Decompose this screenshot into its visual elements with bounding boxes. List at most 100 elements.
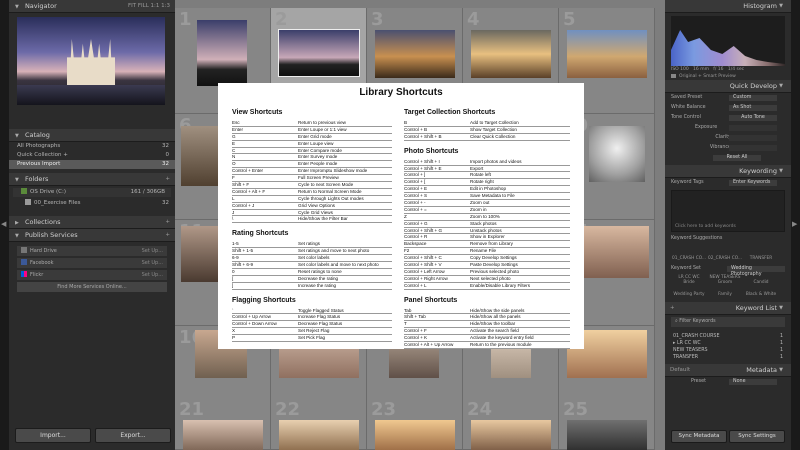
zoom-fill[interactable]: FILL — [138, 3, 149, 9]
setup-link[interactable]: Set Up... — [142, 246, 163, 256]
service-facebook[interactable]: Facebook Set Up... — [17, 258, 167, 268]
photo-thumbnail[interactable] — [375, 30, 455, 78]
shortcut-row: Control + Right Arrow Next selected photo — [404, 276, 570, 283]
shortcut-description: Cycle through Lights Out modes — [298, 195, 364, 201]
metadata-view-select[interactable]: Default — [670, 364, 690, 377]
grid-cell[interactable]: 21 — [175, 398, 271, 450]
grid-cell[interactable]: 23 — [367, 398, 463, 450]
folder-row[interactable]: 00_Exercise Files 32 — [9, 199, 175, 208]
sync-settings-button[interactable]: Sync Settings — [729, 430, 785, 443]
add-icon[interactable]: + — [165, 216, 170, 229]
photo-thumbnail[interactable] — [589, 126, 645, 182]
service-flickr[interactable]: Flickr Set Up... — [17, 270, 167, 280]
catalog-item-selected[interactable]: Previous Import 32 — [9, 160, 175, 169]
export-button[interactable]: Export... — [95, 428, 171, 443]
catalog-item[interactable]: Quick Collection + 0 — [9, 151, 175, 160]
zoom-1-3[interactable]: 1:3 — [161, 3, 170, 9]
clarity-row[interactable]: Clarity — [665, 133, 791, 143]
shortcut-row: N Enter Survey mode — [232, 154, 392, 162]
photo-thumbnail[interactable] — [197, 20, 247, 86]
vibrance-stepper[interactable] — [729, 145, 777, 151]
publish-services-header[interactable]: ▼ Publish Services + — [9, 229, 175, 242]
catalog-header[interactable]: ▼ Catalog — [9, 129, 175, 142]
keyword-entry-box[interactable]: Click here to add keywords — [671, 190, 785, 232]
folders-header[interactable]: ▼ Folders + — [9, 173, 175, 186]
add-icon[interactable]: + — [165, 173, 170, 186]
catalog-item[interactable]: All Photographs 32 — [9, 142, 175, 151]
shortcut-row: Control + [Rotate right — [404, 179, 570, 187]
photo-thumbnail[interactable] — [375, 420, 455, 450]
import-button[interactable]: Import... — [15, 428, 91, 443]
photo-thumbnail[interactable] — [471, 30, 551, 78]
collapse-right-icon[interactable]: ▶ — [792, 220, 797, 228]
keyword-suggestion[interactable]: 02_CRASH CO... — [707, 256, 743, 261]
grid-cell[interactable]: 24 — [463, 398, 559, 450]
white-balance-select[interactable]: As Shot — [729, 105, 777, 111]
keyword-set-item[interactable]: Wedding Party — [671, 291, 707, 298]
sync-metadata-button[interactable]: Sync Metadata — [671, 430, 727, 443]
photo-thumbnail[interactable] — [181, 226, 223, 282]
keyword-list-header[interactable]: + Keyword List ▼ — [665, 302, 791, 315]
photo-thumbnail[interactable] — [471, 420, 551, 450]
service-hard-drive[interactable]: Hard Drive Set Up... — [17, 246, 167, 256]
photo-thumbnail[interactable] — [279, 420, 359, 450]
collections-header[interactable]: ▶ Collections + — [9, 216, 175, 229]
photo-thumbnail[interactable] — [181, 126, 221, 186]
keyword-list-item[interactable]: ▸ LR CC WC 1 — [665, 340, 791, 347]
zoom-1-1[interactable]: 1:1 — [151, 3, 160, 9]
quick-develop-header[interactable]: Quick Develop ▼ — [665, 80, 791, 93]
exposure-row[interactable]: Exposure — [665, 123, 791, 133]
keyword-set-item[interactable]: Candid — [743, 279, 779, 286]
histogram-info: ISO 100 16 mm f/ 16 1/4 sec — [665, 66, 791, 73]
exposure-stepper[interactable] — [729, 125, 777, 131]
folders-title: Folders — [24, 175, 49, 183]
keyword-list-item[interactable]: TRANSFER 1 — [665, 354, 791, 361]
keyword-list-item[interactable]: 01_CRASH COURSE 1 — [665, 333, 791, 340]
metadata-header[interactable]: Default Metadata ▼ — [665, 364, 791, 377]
keyword-list-item[interactable]: NEW TEASERS 1 — [665, 347, 791, 354]
add-icon[interactable]: + — [165, 229, 170, 242]
keyword-set-item[interactable]: Groom — [707, 279, 743, 286]
keyword-tags-select[interactable]: Enter Keywords — [729, 180, 777, 186]
grid-cell[interactable]: 22 — [271, 398, 367, 450]
keyword-set-row[interactable]: Keyword Set Wedding Photography — [665, 264, 791, 277]
volume-row[interactable]: OS Drive (C:) 161 / 306GB — [13, 188, 171, 197]
setup-link[interactable]: Set Up... — [142, 270, 163, 280]
filter-keywords-input[interactable]: ⌕ Filter Keywords — [671, 317, 785, 327]
keyword-set-item[interactable]: Bride — [671, 279, 707, 286]
keyword-suggestion[interactable]: 01_CRASH CO... — [671, 256, 707, 261]
auto-tone-button[interactable]: Auto Tone — [729, 115, 777, 121]
vibrance-row[interactable]: Vibrance — [665, 143, 791, 153]
saved-preset-select[interactable]: Custom — [729, 95, 777, 101]
photo-thumbnail[interactable] — [567, 420, 647, 450]
setup-link[interactable]: Set Up... — [142, 258, 163, 268]
right-panel-edge[interactable]: ▶ — [791, 0, 800, 450]
library-shortcuts-overlay[interactable]: Library Shortcuts View Shortcuts Esc Retur… — [218, 83, 584, 349]
clarity-stepper[interactable] — [729, 135, 777, 141]
navigator-preview[interactable] — [17, 17, 165, 105]
grid-cell[interactable]: 25 — [559, 398, 655, 450]
find-more-services-button[interactable]: Find More Services Online... — [17, 282, 167, 292]
zoom-fit[interactable]: FIT — [128, 3, 136, 9]
keyword-tags-row[interactable]: Keyword Tags Enter Keywords — [665, 178, 791, 188]
collapse-left-icon[interactable]: ◀ — [1, 220, 6, 228]
keyword-set-item[interactable]: Family — [707, 291, 743, 298]
add-icon[interactable]: + — [670, 302, 675, 315]
tone-control-row[interactable]: Tone Control Auto Tone — [665, 113, 791, 123]
photo-thumbnail[interactable] — [567, 30, 647, 78]
photo-thumbnail[interactable] — [278, 29, 360, 77]
navigator-header[interactable]: ▼ Navigator FIT FILL 1:1 1:3 — [9, 0, 175, 13]
reset-all-button[interactable]: Reset All — [713, 155, 761, 161]
keyword-set-select[interactable]: Wedding Photography — [727, 266, 785, 277]
saved-preset-row[interactable]: Saved Preset Custom — [665, 93, 791, 103]
histogram-header[interactable]: Histogram ▼ — [665, 0, 791, 13]
left-panel-edge[interactable]: ◀ — [0, 0, 9, 450]
keywording-header[interactable]: Keywording ▼ — [665, 165, 791, 178]
keyword-suggestion[interactable]: TRANSFER — [743, 256, 779, 261]
photo-thumbnail[interactable] — [183, 420, 263, 450]
keyword-set-item[interactable]: Black & White — [743, 291, 779, 298]
white-balance-row[interactable]: White Balance As Shot — [665, 103, 791, 113]
zoom-options[interactable]: FIT FILL 1:1 1:3 — [128, 0, 170, 13]
metadata-preset-row[interactable]: Preset None — [665, 377, 791, 387]
metadata-preset-select[interactable]: None — [729, 379, 777, 385]
